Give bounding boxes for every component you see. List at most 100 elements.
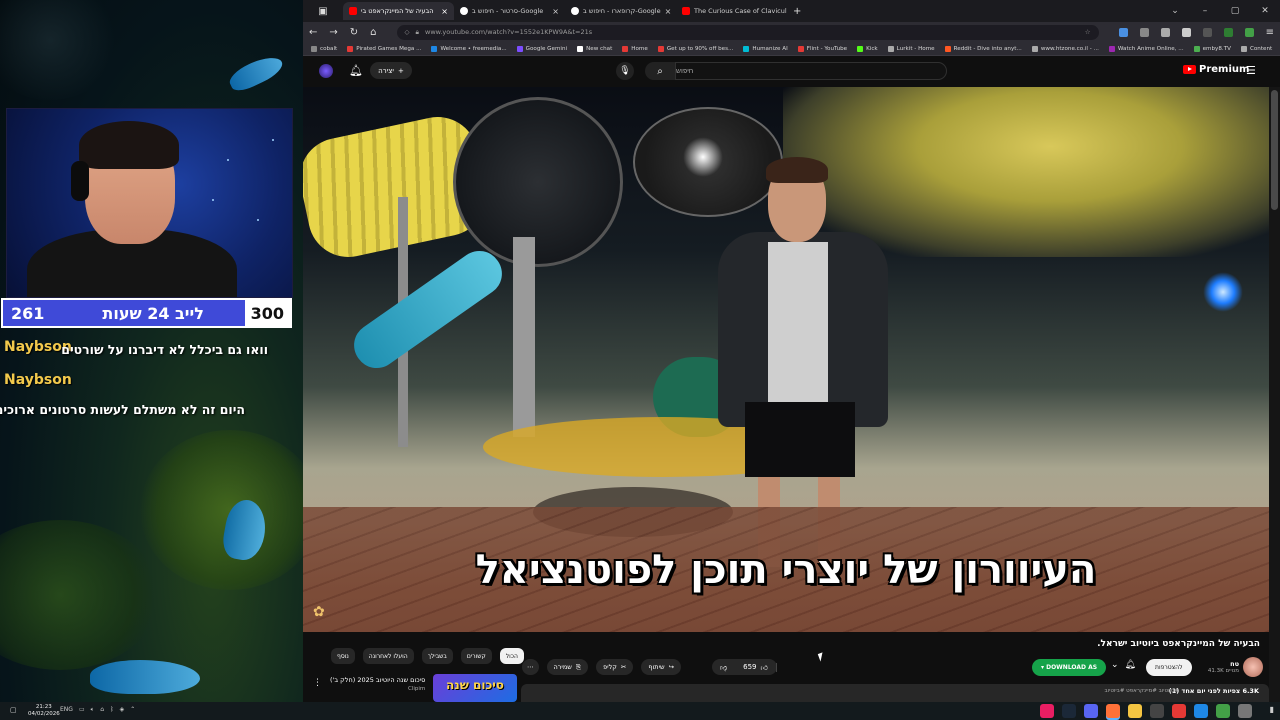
audio-icon[interactable]: [1181, 27, 1191, 37]
bookmark-item[interactable]: Pirated Games Mega ...: [347, 45, 421, 52]
close-window-icon[interactable]: ✕: [1250, 6, 1280, 16]
account-avatar[interactable]: [319, 64, 333, 78]
clip-button[interactable]: קליפ ✂: [596, 659, 634, 675]
more-options-icon[interactable]: ⋮: [313, 678, 322, 688]
tab-overflow-chevron-icon[interactable]: ⌄: [1160, 6, 1190, 16]
cloud-app-icon[interactable]: [1194, 704, 1208, 718]
share-button[interactable]: שיתוף ↪: [641, 659, 682, 675]
like-button[interactable]: 659 👍︎: [735, 662, 777, 672]
notifications-bell-icon[interactable]: 🔔︎: [349, 64, 363, 77]
reload-icon[interactable]: ↻: [350, 27, 358, 38]
input-language[interactable]: ENG: [60, 706, 73, 714]
tab-title: סרטור - חיפוש ב-Google: [472, 7, 544, 15]
show-desktop-icon[interactable]: ▮: [1270, 705, 1274, 714]
bookmark-item[interactable]: Lurkit - Home: [887, 45, 935, 52]
tab-list-icon[interactable]: ▣: [303, 6, 343, 17]
new-tab-icon[interactable]: +: [793, 6, 801, 17]
extension-icon[interactable]: [1160, 27, 1170, 37]
volume-icon[interactable]: 🔈︎: [91, 706, 95, 714]
search-input[interactable]: חיפוש: [675, 62, 947, 80]
home-icon[interactable]: ⌂: [370, 27, 376, 38]
firefox-icon[interactable]: [1106, 704, 1120, 718]
description-box[interactable]: 6.3K צפיות לפני יום אחד (1) #טיוטיוב #מי…: [521, 684, 1269, 702]
recording-app-icon[interactable]: [1172, 704, 1186, 718]
create-button[interactable]: יצירה +: [370, 62, 412, 79]
download-icon[interactable]: [1118, 27, 1128, 37]
save-button[interactable]: שמירה ⎘: [546, 659, 589, 675]
bookmark-item[interactable]: Flint - YouTube: [797, 45, 847, 52]
bookmark-item[interactable]: Kick: [857, 45, 878, 52]
screen: 261 לייב 24 שעות 300 Naybson וואו גם ביכ…: [0, 0, 1280, 720]
subscription-controls: ⌄ 🔔︎: [1111, 660, 1136, 670]
extension-icon[interactable]: [1202, 27, 1212, 37]
file-explorer-icon[interactable]: [1128, 704, 1142, 718]
dislike-icon[interactable]: 👎︎: [712, 663, 735, 672]
chip-all[interactable]: הכול: [499, 648, 524, 664]
shield-icon[interactable]: ◇: [405, 28, 410, 36]
spreadsheet-app-icon[interactable]: [1216, 704, 1230, 718]
address-bar[interactable]: ◇ 🔒︎ www.youtube.com/watch?v=1552e1KPW9A…: [396, 24, 1099, 40]
bookmark-item[interactable]: Humanize AI: [743, 45, 788, 52]
chip-recently-uploaded[interactable]: הועלו לאחרונה: [362, 648, 414, 664]
bookmark-item[interactable]: New chat: [577, 45, 612, 52]
bookmark-item[interactable]: Watch Anime Online, ...: [1108, 45, 1184, 52]
chevron-up-icon[interactable]: ⌃: [130, 706, 135, 714]
notification-bell-icon[interactable]: 🔔︎: [1125, 660, 1136, 670]
page-scrollbar[interactable]: [1269, 87, 1280, 702]
terminal-icon[interactable]: [1150, 704, 1164, 718]
discord-icon[interactable]: [1084, 704, 1098, 718]
chip-for-you[interactable]: בשבילך: [421, 648, 453, 664]
tab-google-search[interactable]: סרטור - חיפוש ב-Google ×: [454, 2, 565, 20]
bookmark-item[interactable]: www.htzone.co.il - ...: [1031, 45, 1099, 52]
channel-name[interactable]: טח: [1199, 660, 1239, 668]
voice-search-mic-icon[interactable]: 🎙︎: [616, 62, 634, 80]
chip-related[interactable]: קשורים: [460, 648, 492, 664]
minimize-window-icon[interactable]: –: [1190, 6, 1220, 16]
close-tab-icon[interactable]: ×: [441, 7, 448, 16]
bookmark-item[interactable]: Content: [1240, 45, 1272, 52]
tab-youtube-video[interactable]: הבעיה של המיינקראפט בי ×: [343, 2, 454, 20]
bookmark-item[interactable]: Reddit - Dive into anyt...: [944, 45, 1022, 52]
back-arrow-icon[interactable]: ←: [309, 27, 317, 38]
shield-tray-icon[interactable]: ◈: [120, 706, 125, 714]
bluetooth-icon[interactable]: ᛒ: [110, 706, 114, 714]
steam-icon[interactable]: [1062, 704, 1076, 718]
recommended-video[interactable]: ⋮ סיכום שנה היוטיוב 2025 (חלק ב') Clipim…: [308, 674, 517, 702]
menu-icon[interactable]: ≡: [1266, 27, 1274, 38]
recommended-video-thumbnail[interactable]: סיכום שנה: [433, 674, 517, 702]
maximize-window-icon[interactable]: ▢: [1220, 6, 1250, 16]
media-player-icon[interactable]: [1040, 704, 1054, 718]
chevron-down-icon[interactable]: ⌄: [1111, 660, 1119, 670]
bookmark-item[interactable]: Welcome • freemedia...: [431, 45, 507, 52]
channel-avatar[interactable]: [1243, 657, 1263, 677]
bookmark-item[interactable]: Get up to 90% off bes...: [657, 45, 733, 52]
account-icon[interactable]: [1139, 27, 1149, 37]
lock-icon[interactable]: 🔒︎: [416, 28, 419, 37]
system-clock[interactable]: 21:23 04/02/2026: [28, 704, 60, 718]
close-tab-icon[interactable]: ×: [552, 7, 559, 16]
network-icon[interactable]: ⌂: [100, 706, 104, 714]
bookmark-item[interactable]: cobalt: [311, 45, 337, 52]
bookmark-item[interactable]: Google Gemini: [516, 45, 567, 52]
close-tab-icon[interactable]: ×: [665, 7, 672, 16]
video-player[interactable]: ✿ העיוורון של יוצרי תוכן לפוטנציאל: [303, 87, 1269, 632]
subscribe-button[interactable]: להצטרפות: [1146, 659, 1192, 676]
extension-icon[interactable]: [1223, 27, 1233, 37]
chip-other[interactable]: נוסף: [331, 648, 355, 664]
extension-icon[interactable]: [1244, 27, 1254, 37]
scrollbar-thumb[interactable]: [1271, 90, 1278, 210]
bookmark-item[interactable]: Home: [622, 45, 648, 52]
settings-icon[interactable]: [1238, 704, 1252, 718]
guide-menu-icon[interactable]: ☰: [1246, 64, 1256, 77]
bookmark-star-icon[interactable]: ☆: [1085, 28, 1091, 36]
more-actions-icon[interactable]: ⋯: [522, 659, 539, 675]
bookmark-item[interactable]: emby8.TV: [1193, 45, 1231, 52]
notification-center-icon[interactable]: ▢: [10, 706, 17, 714]
download-as-button[interactable]: ▾ DOWNLOAD AS: [1032, 659, 1107, 676]
forward-arrow-icon[interactable]: →: [329, 27, 337, 38]
youtube-premium-logo[interactable]: Premium: [1183, 64, 1249, 75]
display-icon[interactable]: ▭: [79, 706, 85, 714]
tab-google-search[interactable]: קרופארו - חיפוש ב-Google ×: [565, 2, 676, 20]
tab-youtube-video[interactable]: The Curious Case of Claviculari ×: [676, 2, 787, 20]
search-icon[interactable]: ⌕: [645, 62, 675, 80]
